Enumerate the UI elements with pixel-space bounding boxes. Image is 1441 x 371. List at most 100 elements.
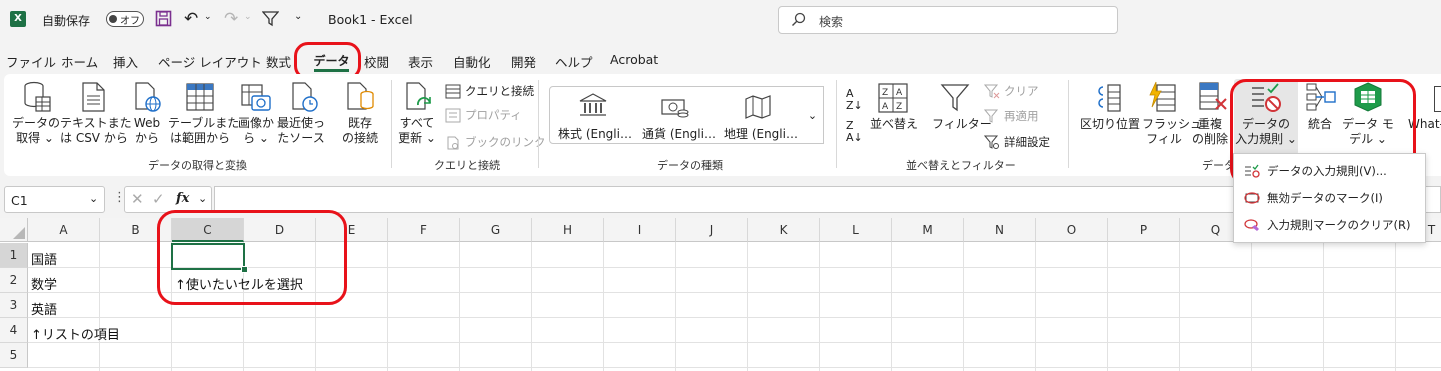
gridline-horizontal (28, 317, 1441, 318)
edit-links-label: ブックのリンク (465, 135, 546, 149)
column-header-h[interactable]: H (532, 218, 604, 242)
text-to-columns-button[interactable]: 区切り位置 (1080, 117, 1140, 132)
select-all-corner[interactable] (0, 218, 28, 242)
menu-item-data-validation[interactable]: データの入力規則(V)... (1244, 158, 1387, 184)
group-separator (538, 80, 539, 168)
edit-links-button[interactable]: ブックのリンク (445, 134, 546, 150)
reapply-label: 再適用 (1004, 109, 1039, 123)
filter-button[interactable]: フィルター (932, 117, 992, 132)
column-header-l[interactable]: L (820, 218, 892, 242)
column-header-f[interactable]: F (388, 218, 460, 242)
save-icon[interactable] (155, 10, 172, 30)
flash-fill-button[interactable]: フラッシュ フィル (1142, 117, 1202, 147)
queries-connections-button[interactable]: クエリと接続 (445, 83, 534, 99)
from-web-button[interactable]: Web から (128, 116, 166, 146)
chevron-down-icon[interactable]: ⌄ (198, 192, 207, 205)
tab-automate[interactable]: 自動化 (453, 52, 491, 71)
search-placeholder: 検索 (819, 15, 844, 29)
gallery-more-button[interactable]: ⌄ (802, 86, 824, 144)
tab-developer[interactable]: 開発 (511, 52, 536, 71)
recent-sources-button[interactable]: 最近使っ たソース (276, 116, 326, 146)
row-header-4[interactable]: 4 (0, 318, 28, 343)
cell-a3[interactable]: 英語 (31, 299, 57, 318)
row-header-2[interactable]: 2 (0, 268, 28, 293)
chevron-down-icon[interactable]: ⌄ (204, 12, 212, 22)
cell-a4[interactable]: ↑リストの項目 (31, 324, 120, 343)
tab-review[interactable]: 校閲 (364, 52, 389, 71)
column-header-g[interactable]: G (460, 218, 532, 242)
column-header-m[interactable]: M (892, 218, 964, 242)
circle-invalid-icon (1244, 192, 1260, 204)
name-box[interactable]: C1 ⌄ (4, 186, 105, 213)
gridline-vertical (603, 242, 604, 371)
clear-label: クリア (1004, 84, 1039, 98)
row-header-5[interactable]: 5 (0, 343, 28, 368)
data-types-gallery: 株式 (Engli… 通貨 (Engli… 地理 (Engli… (549, 86, 823, 144)
gridline-vertical (531, 242, 532, 371)
tab-view[interactable]: 表示 (408, 52, 433, 71)
column-header-n[interactable]: N (964, 218, 1036, 242)
geography-button[interactable]: 地理 (Engli… (724, 125, 798, 142)
sort-za-icon[interactable]: Z A↓ (846, 120, 863, 144)
customize-qat-icon[interactable]: ⌄ (294, 11, 302, 22)
filter-icon[interactable] (261, 10, 280, 30)
row-header-3[interactable]: 3 (0, 293, 28, 318)
tab-acrobat[interactable]: Acrobat (610, 52, 658, 67)
search-box[interactable]: 検索 (778, 6, 1118, 34)
column-header-a[interactable]: A (28, 218, 100, 242)
gridline-vertical (963, 242, 964, 371)
enter-icon[interactable]: ✓ (152, 190, 165, 208)
search-icon (791, 12, 806, 30)
refresh-all-button[interactable]: すべて 更新 ⌄ (396, 116, 438, 146)
column-header-k[interactable]: K (748, 218, 820, 242)
autosave-toggle[interactable]: オフ (106, 11, 144, 27)
tab-home[interactable]: ホーム (61, 52, 98, 71)
column-header-p[interactable]: P (1108, 218, 1180, 242)
column-header-o[interactable]: O (1036, 218, 1108, 242)
currencies-button[interactable]: 通貨 (Engli… (642, 125, 716, 142)
row-header-1[interactable]: 1 (0, 243, 28, 268)
clear-button[interactable]: クリア (984, 83, 1039, 99)
from-picture-button[interactable]: 画像から ⌄ (236, 116, 276, 146)
redo-icon[interactable]: ↷ (224, 9, 238, 29)
gridline-vertical (387, 242, 388, 371)
cell-a1[interactable]: 国語 (31, 249, 57, 268)
tab-page-layout[interactable]: ページ レイアウト (158, 52, 262, 71)
properties-button[interactable]: プロパティ (445, 107, 522, 123)
window-title: Book1 - Excel (328, 12, 413, 27)
cell-a2[interactable]: 数学 (31, 274, 57, 293)
menu-item-circle-invalid[interactable]: 無効データのマーク(I) (1244, 185, 1383, 211)
advanced-filter-button[interactable]: 詳細設定 (984, 134, 1050, 150)
insert-function-button[interactable]: fx (176, 191, 189, 206)
web-icon (133, 81, 163, 116)
from-table-range-button[interactable]: テーブルまた は範囲から (168, 116, 239, 146)
existing-connections-button[interactable]: 既存 の接続 (336, 116, 384, 146)
chevron-down-icon[interactable]: ⌄ (244, 12, 252, 22)
gridline-horizontal (28, 342, 1441, 343)
get-data-button[interactable]: データの 取得 ⌄ (12, 116, 60, 146)
cancel-icon[interactable]: ✕ (131, 190, 144, 208)
column-header-j[interactable]: J (676, 218, 748, 242)
column-header-i[interactable]: I (604, 218, 676, 242)
corner-triangle-icon (13, 227, 25, 239)
tab-insert[interactable]: 挿入 (113, 52, 138, 71)
flash-fill-icon (1147, 81, 1177, 116)
tab-formulas[interactable]: 数式 (266, 52, 291, 71)
gridline-vertical (1323, 242, 1324, 371)
chevron-down-icon[interactable]: ⌄ (89, 192, 98, 205)
undo-icon[interactable]: ↶ (184, 9, 198, 29)
from-text-csv-button[interactable]: テキストまたは CSV から (60, 116, 132, 146)
sort-button[interactable]: 並べ替え (870, 117, 918, 132)
tab-file[interactable]: ファイル (6, 52, 56, 71)
gridline-vertical (1395, 242, 1396, 371)
stocks-button[interactable]: 株式 (Engli… (558, 125, 632, 142)
group-label-data-types: データの種類 (657, 159, 723, 172)
reapply-button[interactable]: 再適用 (984, 108, 1039, 124)
svg-text:Z: Z (882, 88, 888, 98)
tab-help[interactable]: ヘルプ (555, 52, 593, 71)
menu-item-clear-circles[interactable]: 入力規則マークのクリア(R) (1244, 212, 1410, 238)
sort-az-icon[interactable]: A Z↓ (846, 88, 863, 112)
toggle-knob (109, 15, 117, 23)
remove-duplicates-button[interactable]: 重複 の削除 (1188, 117, 1232, 147)
link-icon (447, 136, 459, 149)
